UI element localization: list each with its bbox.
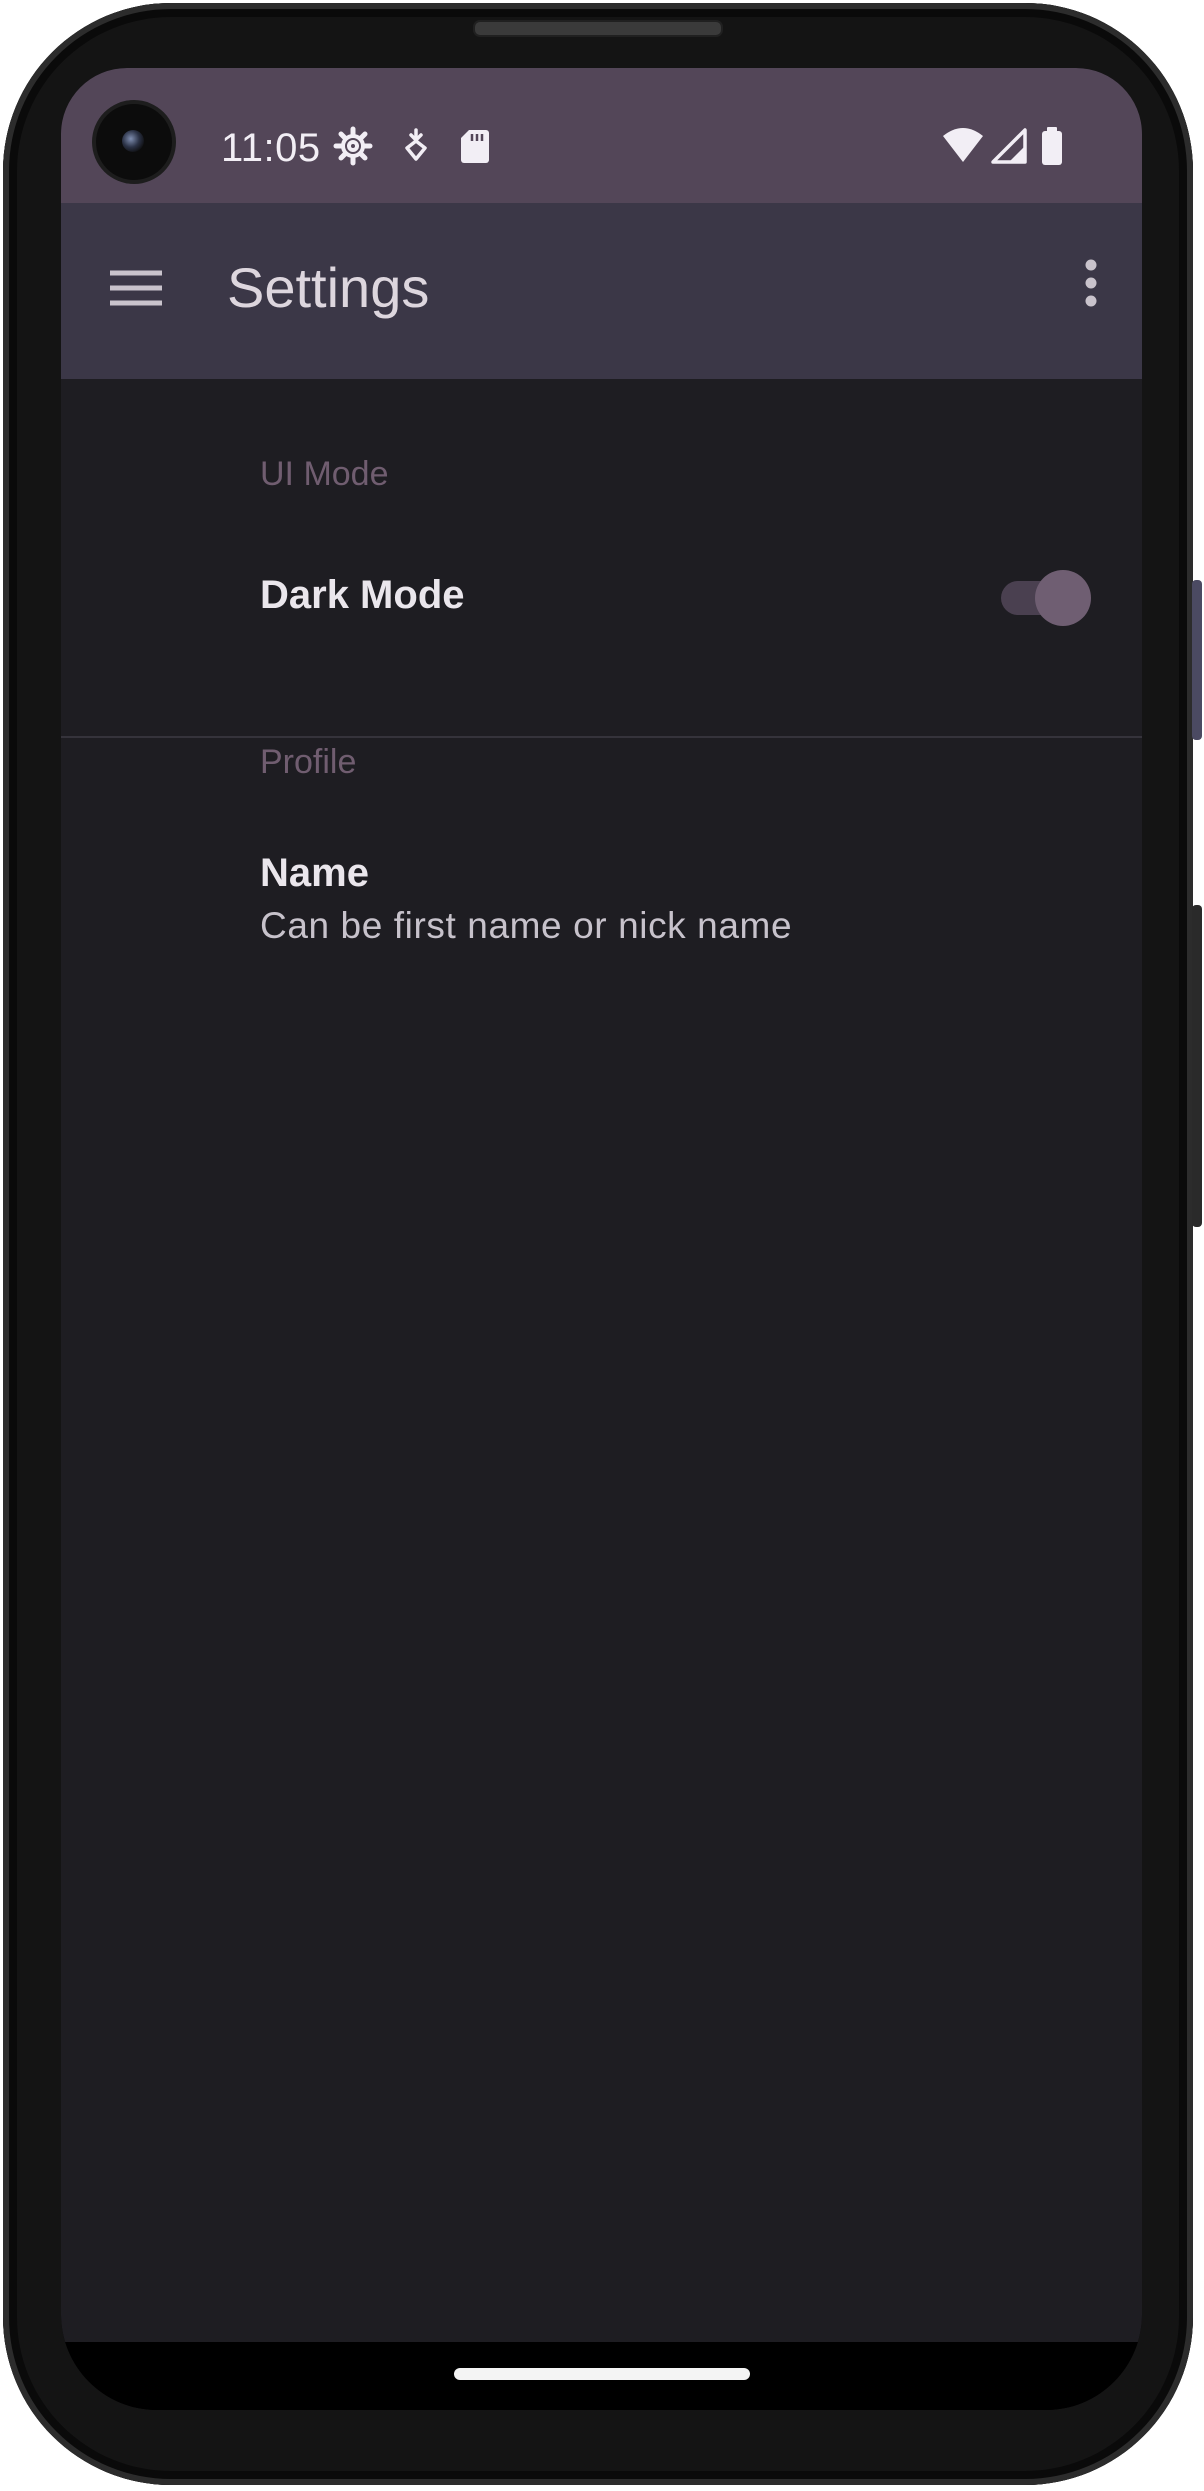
front-camera — [96, 104, 172, 180]
sd-card-icon — [461, 130, 489, 163]
switch-thumb — [1035, 570, 1091, 626]
dark-mode-title: Dark Mode — [260, 573, 465, 617]
more-vert-icon — [1085, 259, 1097, 307]
category-ui-mode: UI Mode — [260, 455, 389, 493]
battery-icon — [1042, 127, 1062, 165]
status-time: 11:05 — [221, 126, 321, 170]
download-shield-icon — [405, 128, 427, 161]
name-summary: Can be first name or nick name — [260, 905, 793, 946]
dark-mode-preference[interactable]: Dark Mode — [61, 519, 1142, 734]
screen: 11:05 Settings UI Mode Dark Mode Profile… — [61, 68, 1142, 2410]
settings-list: UI Mode Dark Mode Profile Name Can be fi… — [61, 379, 1142, 2342]
category-divider — [61, 736, 1142, 738]
hamburger-menu-icon — [110, 270, 162, 306]
gear-icon — [333, 126, 373, 166]
power-button — [1192, 905, 1202, 1227]
app-bar: Settings — [61, 203, 1142, 379]
name-title: Name — [260, 851, 369, 895]
navigation-drawer-button[interactable] — [101, 253, 171, 323]
category-profile: Profile — [260, 743, 357, 781]
cell-signal-icon — [991, 128, 1027, 164]
dark-mode-switch[interactable] — [1001, 567, 1091, 627]
overflow-menu-button[interactable] — [1061, 243, 1121, 323]
page-title: Settings — [227, 256, 430, 319]
home-gesture-handle[interactable] — [454, 2368, 750, 2380]
wifi-icon — [943, 128, 983, 162]
name-preference[interactable]: Name Can be first name or nick name — [61, 799, 1142, 969]
volume-button — [1192, 580, 1202, 740]
navigation-bar — [61, 2342, 1142, 2410]
earpiece-speaker — [473, 20, 723, 37]
status-bar: 11:05 — [61, 68, 1142, 203]
